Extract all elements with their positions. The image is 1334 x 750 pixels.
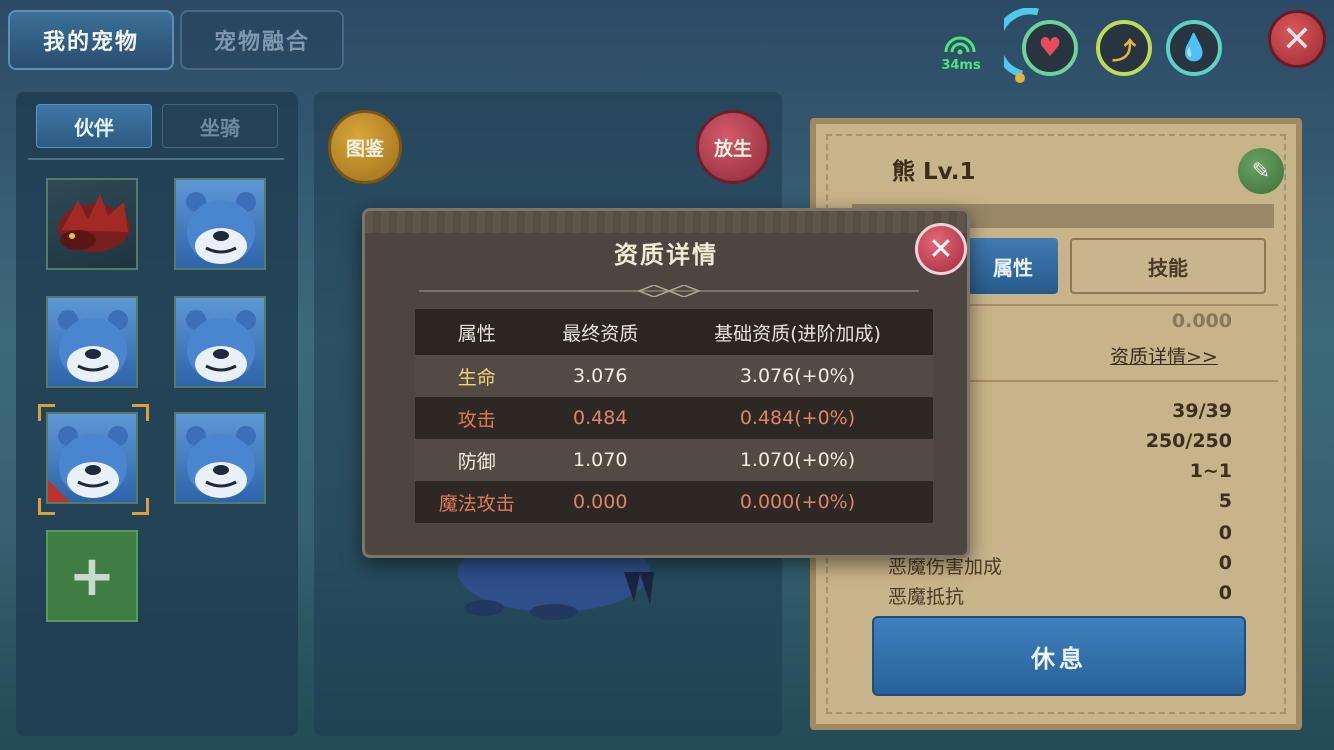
stat-value: 5 xyxy=(1218,490,1232,512)
pet-list-panel: 伙伴 坐骑 + xyxy=(16,92,298,736)
plus-icon: + xyxy=(68,543,116,609)
table-row: 防御 1.070 1.070(+0%) xyxy=(415,439,933,481)
release-button[interactable]: 放生 xyxy=(696,110,770,184)
tab-my-pets[interactable]: 我的宠物 xyxy=(8,10,174,70)
selection-corner xyxy=(38,404,55,421)
tab-pet-fusion[interactable]: 宠物融合 xyxy=(180,10,344,70)
divider xyxy=(28,158,284,160)
pet-slot-bear-selected[interactable] xyxy=(46,412,138,504)
stat-value: 1~1 xyxy=(1189,460,1232,482)
close-icon: ✕ xyxy=(928,231,954,267)
attr-base: 3.076(+0%) xyxy=(661,355,933,397)
attr-base: 1.070(+0%) xyxy=(661,439,933,481)
tab-mount[interactable]: 坐骑 xyxy=(162,104,278,148)
selection-corner xyxy=(132,498,149,515)
stat-label: 恶魔抵抗 xyxy=(888,586,965,608)
column-header: 属性 xyxy=(415,309,539,355)
rename-button[interactable]: ✎ xyxy=(1238,148,1284,194)
attr-name: 生命 xyxy=(415,355,539,397)
pet-slot-red-beast[interactable] xyxy=(46,178,138,270)
pet-name: 熊 Lv.1 xyxy=(892,159,976,185)
tab-skills[interactable]: 技能 xyxy=(1070,238,1266,294)
bear-icon xyxy=(186,426,256,498)
water-drop-icon: 💧 xyxy=(1177,33,1211,63)
pet-slot-bear[interactable] xyxy=(46,296,138,388)
tab-attributes[interactable]: 属性 xyxy=(968,238,1058,294)
heart-status-button[interactable]: ♥ xyxy=(1022,20,1078,76)
aptitude-detail-link[interactable]: 资质详情>> xyxy=(1110,342,1218,369)
table-row: 魔法攻击 0.000 0.000(+0%) xyxy=(415,481,933,523)
bear-icon xyxy=(186,310,256,382)
attr-final: 0.000 xyxy=(538,481,662,523)
pencil-icon: ✎ xyxy=(1251,158,1271,184)
food-status-button[interactable]: ⤴ xyxy=(1096,20,1152,76)
pet-slot-bear[interactable] xyxy=(174,296,266,388)
pet-slot-bear[interactable] xyxy=(174,178,266,270)
close-button[interactable]: ✕ xyxy=(1268,10,1326,68)
water-status-button[interactable]: 💧 xyxy=(1166,20,1222,76)
tab-partner[interactable]: 伙伴 xyxy=(36,104,152,148)
rest-button[interactable]: 休息 xyxy=(872,616,1246,696)
stat-value: 0.000 xyxy=(1171,310,1232,332)
attr-final: 1.070 xyxy=(538,439,662,481)
selection-corner xyxy=(38,498,55,515)
dialog-title: 资质详情 xyxy=(614,241,718,269)
attr-final: 3.076 xyxy=(538,355,662,397)
stat-value: 0 xyxy=(1218,582,1232,604)
attr-name: 魔法攻击 xyxy=(415,481,539,523)
attr-base: 0.484(+0%) xyxy=(661,397,933,439)
bear-icon xyxy=(58,426,128,498)
dialog-close-button[interactable]: ✕ xyxy=(915,223,967,275)
heart-icon: ♥ xyxy=(1038,33,1062,63)
column-header: 最终资质 xyxy=(538,309,662,355)
codex-button[interactable]: 图鉴 xyxy=(328,110,402,184)
attr-base: 0.000(+0%) xyxy=(661,481,933,523)
table-header-row: 属性 最终资质 基础资质(进阶加成) xyxy=(415,309,933,355)
ping-readout: 34ms xyxy=(941,58,981,73)
drumstick-icon: ⤴ xyxy=(1112,36,1136,65)
stat-value: 0 xyxy=(1218,552,1232,574)
signal-icon xyxy=(942,36,978,56)
stat-value: 250/250 xyxy=(1145,430,1232,452)
column-header: 基础资质(进阶加成) xyxy=(661,309,933,355)
table-row: 生命 3.076 3.076(+0%) xyxy=(415,355,933,397)
aptitude-detail-dialog: 资质详情 ✕ 属性 最终资质 基础资质(进阶加成) 生命 3.076 3.076… xyxy=(362,208,970,558)
pet-slot-bear[interactable] xyxy=(174,412,266,504)
add-pet-button[interactable]: + xyxy=(46,530,138,622)
stat-value: 0 xyxy=(1218,522,1232,544)
bear-icon xyxy=(186,192,256,264)
close-icon: ✕ xyxy=(1281,18,1313,60)
dialog-header-strip xyxy=(365,211,967,233)
title-ornament xyxy=(419,285,919,297)
selection-corner xyxy=(132,404,149,421)
table-row: 攻击 0.484 0.484(+0%) xyxy=(415,397,933,439)
attr-name: 攻击 xyxy=(415,397,539,439)
stat-value: 39/39 xyxy=(1172,400,1232,422)
red-beast-icon xyxy=(58,194,130,252)
attr-final: 0.484 xyxy=(538,397,662,439)
aptitude-table: 属性 最终资质 基础资质(进阶加成) 生命 3.076 3.076(+0%) 攻… xyxy=(415,309,933,523)
bear-icon xyxy=(58,310,128,382)
attr-name: 防御 xyxy=(415,439,539,481)
